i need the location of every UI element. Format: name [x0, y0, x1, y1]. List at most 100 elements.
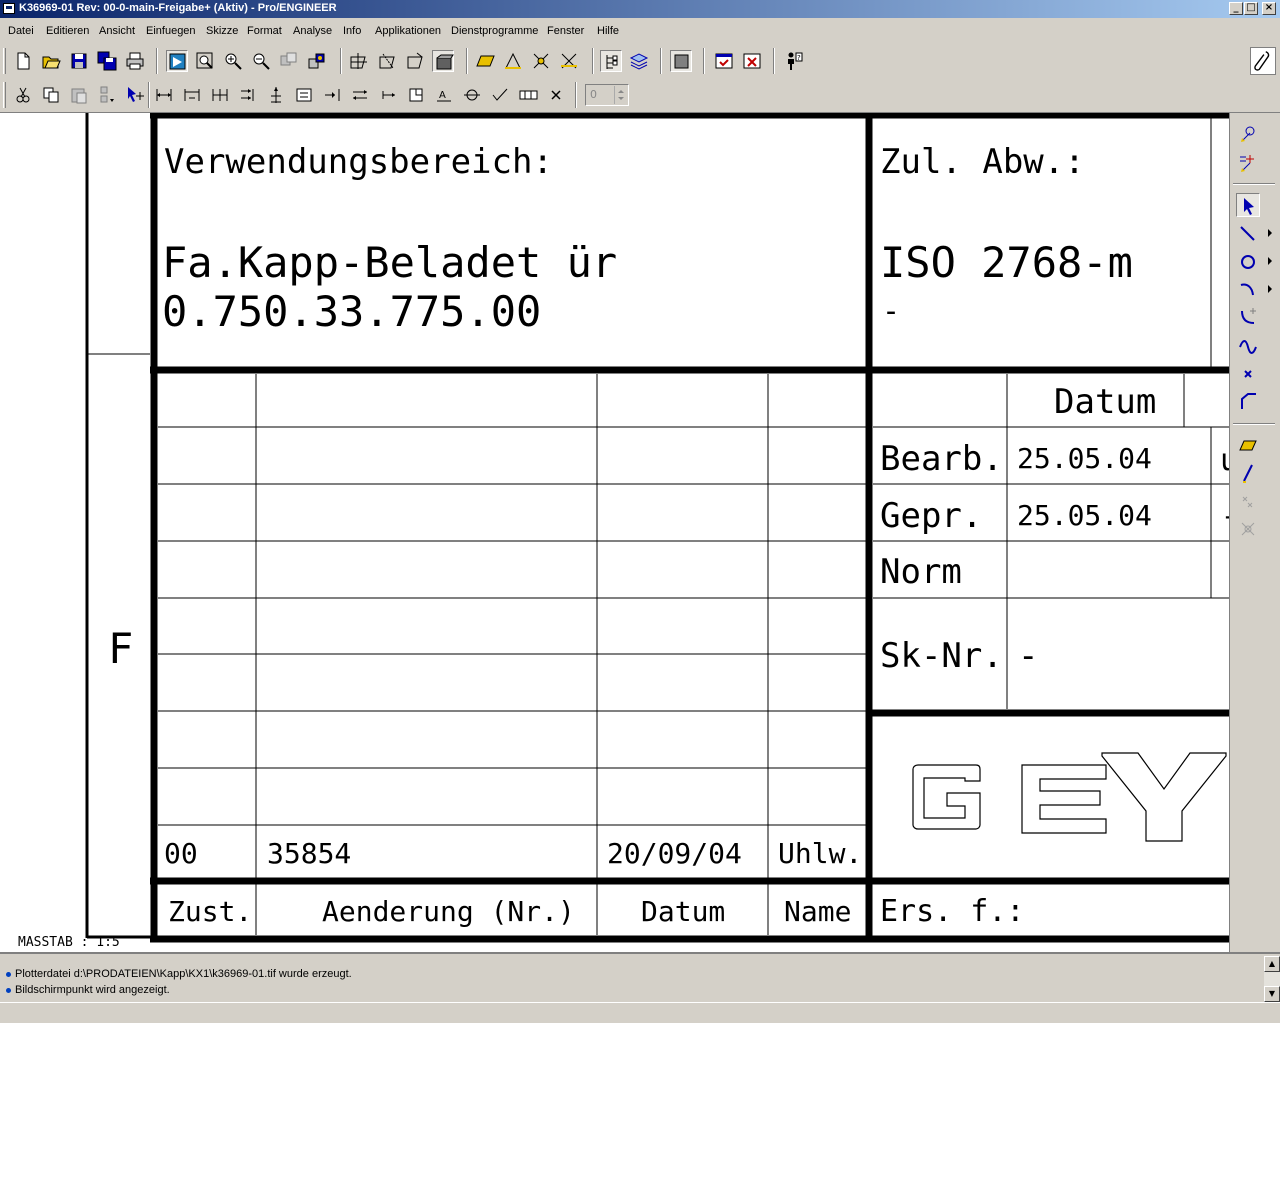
open-folder-icon[interactable]: [40, 50, 62, 72]
sketch-dimension-icon[interactable]: [530, 50, 552, 72]
parallelogram-icon[interactable]: [1236, 433, 1260, 457]
shading-icon[interactable]: [670, 50, 692, 72]
circle-flyout-arrow[interactable]: [1268, 257, 1272, 265]
spin-center-icon[interactable]: [278, 50, 300, 72]
help-pencil-icon[interactable]: [1250, 47, 1276, 75]
sknr-value: -: [1018, 636, 1038, 676]
refit-icon[interactable]: [194, 50, 216, 72]
datum-axes-icon[interactable]: [376, 50, 398, 72]
circle-icon[interactable]: [1236, 249, 1260, 273]
close-button[interactable]: ×: [1262, 2, 1276, 15]
scroll-down-icon[interactable]: ▼: [1264, 986, 1280, 1002]
grid-icon[interactable]: [1236, 151, 1260, 175]
window-activate-icon[interactable]: [713, 50, 735, 72]
snap-icon[interactable]: [1236, 123, 1260, 147]
gepr-trunc: -: [1221, 499, 1229, 532]
usage-label: Verwendungsbereich:: [164, 142, 553, 182]
sketch-line-icon[interactable]: [502, 50, 524, 72]
new-file-icon[interactable]: [12, 50, 34, 72]
construction-line-icon[interactable]: [1236, 461, 1260, 485]
select-filter-icon[interactable]: [96, 84, 118, 106]
pick-icon[interactable]: [124, 84, 146, 106]
minimize-button[interactable]: _: [1229, 2, 1243, 15]
baseline-dimension-icon[interactable]: [209, 84, 231, 106]
window-close-icon[interactable]: [741, 50, 763, 72]
spline-icon[interactable]: [1236, 333, 1260, 357]
copy-icon[interactable]: [40, 84, 62, 106]
line-flyout-arrow[interactable]: [1268, 229, 1272, 237]
fillet-icon[interactable]: [1236, 305, 1260, 329]
svg-text:?: ?: [797, 54, 801, 62]
print-icon[interactable]: [124, 50, 146, 72]
align-dimension-icon[interactable]: [237, 84, 259, 106]
datum-points-icon[interactable]: [404, 50, 426, 72]
sketch-relation-icon[interactable]: [558, 50, 580, 72]
arc-flyout-arrow[interactable]: [1268, 285, 1272, 293]
menu-info[interactable]: Info: [343, 25, 361, 37]
header-change: Aenderung (Nr.): [322, 895, 575, 928]
window-title-bar[interactable]: K36969-01 Rev: 00-0-main-Freigabe+ (Akti…: [0, 0, 1280, 18]
toolbar-grip[interactable]: [3, 48, 6, 74]
check-icon[interactable]: [489, 84, 511, 106]
coordinate-systems-icon[interactable]: [432, 50, 454, 72]
flip-arrows-icon[interactable]: [349, 84, 371, 106]
line-icon[interactable]: [1236, 221, 1260, 245]
message-line: Bildschirmpunkt wird angezeigt.: [6, 984, 170, 996]
point-icon[interactable]: [1236, 361, 1260, 385]
message-scrollbar[interactable]: ▲ ▼: [1264, 956, 1280, 1002]
scroll-up-icon[interactable]: ▲: [1264, 956, 1280, 972]
menu-analyse[interactable]: Analyse: [293, 25, 332, 37]
save-icon[interactable]: [68, 50, 90, 72]
status-bar: [0, 1002, 1280, 1023]
tolerance-dash: -: [882, 294, 900, 329]
menu-applikationen[interactable]: Applikationen: [375, 25, 441, 37]
grid-spinner[interactable]: 0: [585, 84, 629, 106]
revision-name: Uhlw.: [778, 837, 862, 870]
menu-editieren[interactable]: Editieren: [46, 25, 89, 37]
menu-fenster[interactable]: Fenster: [547, 25, 584, 37]
layer-display-icon[interactable]: [306, 50, 328, 72]
trim-icon[interactable]: [1236, 517, 1260, 541]
context-help-icon[interactable]: ?: [783, 50, 805, 72]
menu-hilfe[interactable]: Hilfe: [597, 25, 619, 37]
dimension-icon[interactable]: [153, 84, 175, 106]
move-dimension-icon[interactable]: [265, 84, 287, 106]
tab-icon[interactable]: [321, 84, 343, 106]
text-style-icon[interactable]: [293, 84, 315, 106]
menu-skizze[interactable]: Skizze: [206, 25, 238, 37]
cut-icon[interactable]: [12, 84, 34, 106]
intersect-icon[interactable]: [1236, 489, 1260, 513]
tree-view-icon[interactable]: [600, 50, 622, 72]
ordinate-dimension-icon[interactable]: [181, 84, 203, 106]
datum-planes-icon[interactable]: [348, 50, 370, 72]
sketch-plane-icon[interactable]: [474, 50, 496, 72]
toolbar-grip[interactable]: [3, 82, 6, 108]
clip-icon[interactable]: [405, 84, 427, 106]
zoom-in-icon[interactable]: [222, 50, 244, 72]
spinner-arrows[interactable]: [614, 86, 627, 104]
delete-icon[interactable]: [545, 84, 567, 106]
drawing-canvas[interactable]: F Verwendungsbereich: Fa.Kapp-Beladet ür…: [0, 113, 1229, 952]
select-arrow-icon[interactable]: [1236, 193, 1260, 217]
message-area: Plotterdatei d:\PRODATEIEN\Kapp\KX1\k369…: [0, 952, 1280, 1002]
table-icon[interactable]: [517, 84, 539, 106]
menu-format[interactable]: Format: [247, 25, 282, 37]
maximize-button[interactable]: □: [1244, 2, 1258, 15]
symbol-icon[interactable]: [461, 84, 483, 106]
zoom-out-icon[interactable]: [250, 50, 272, 72]
menu-einfuegen[interactable]: Einfuegen: [146, 25, 196, 37]
grid-spinner-value: 0: [590, 88, 597, 101]
paste-icon[interactable]: [68, 84, 90, 106]
menu-dienstprogramme[interactable]: Dienstprogramme: [451, 25, 538, 37]
repaint-icon[interactable]: [166, 50, 188, 72]
menu-datei[interactable]: Datei: [8, 25, 34, 37]
chamfer-icon[interactable]: [1236, 389, 1260, 413]
app-icon[interactable]: [3, 3, 15, 14]
menu-ansicht[interactable]: Ansicht: [99, 25, 135, 37]
layer-tree-icon[interactable]: [628, 50, 650, 72]
save-copy-icon[interactable]: [96, 50, 118, 72]
sketch-toolbar: [1229, 113, 1280, 952]
break-icon[interactable]: [377, 84, 399, 106]
note-icon[interactable]: A: [433, 84, 455, 106]
arc-icon[interactable]: [1236, 277, 1260, 301]
